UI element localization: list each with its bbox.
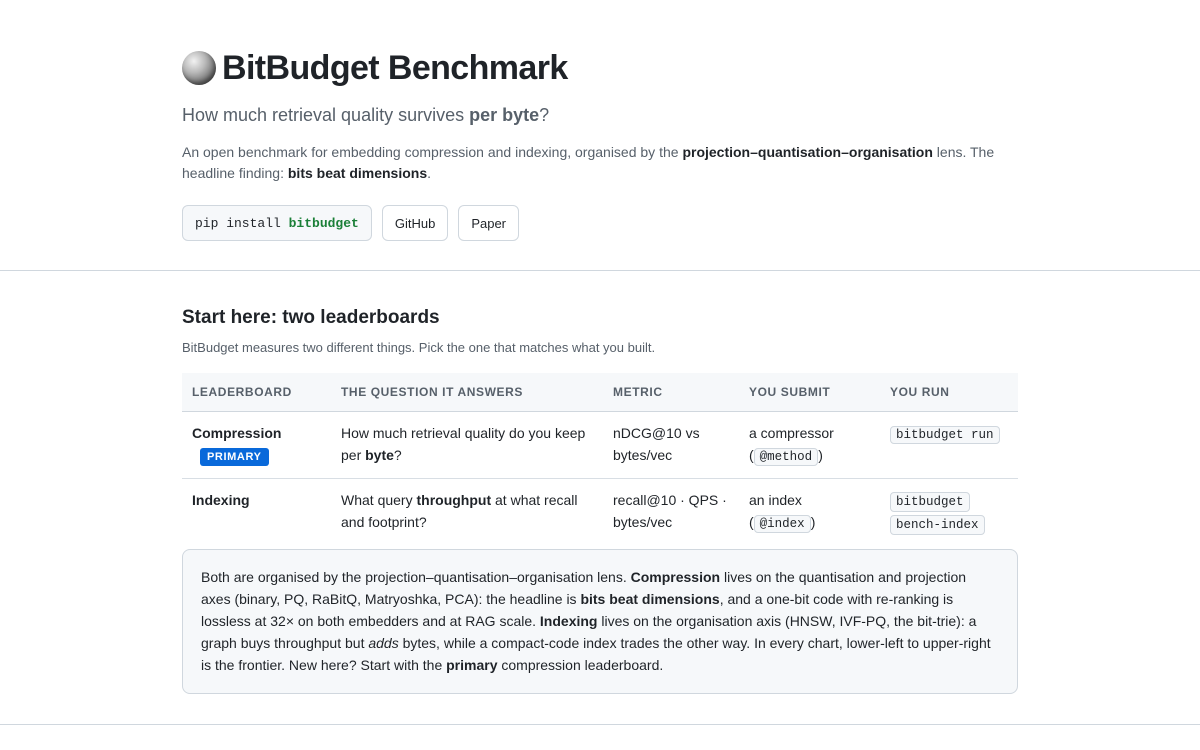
submit-end: ) (818, 446, 823, 463)
question-end: ? (393, 446, 402, 463)
hero: BitBudget Benchmark How much retrieval q… (0, 0, 1200, 270)
tagline-bold: per byte (469, 105, 540, 125)
install-command[interactable]: pip install bitbudget (182, 205, 372, 241)
column-header: METRIC (603, 373, 739, 412)
submit-code: @method (753, 447, 819, 466)
leaderboard-name: Compression (192, 424, 282, 441)
install-package-name: bitbudget (288, 215, 359, 231)
note-italic: adds (368, 635, 399, 652)
globe-icon (182, 51, 216, 85)
run-command-part: bench-index (890, 514, 985, 535)
column-header: LEADERBOARD (182, 373, 331, 412)
explainer-note: Both are organised by the projection–qua… (182, 548, 1018, 694)
column-header: YOU RUN (880, 373, 1018, 412)
question-bold: throughput (416, 491, 492, 508)
leaderboards-table: LEADERBOARD THE QUESTION IT ANSWERS METR… (182, 373, 1018, 545)
question-bold: byte (365, 446, 394, 463)
desc-bold-2: bits beat dimensions (287, 165, 428, 181)
submit-cell: a compressor (@method) (739, 411, 880, 479)
divider (0, 723, 1200, 725)
desc-bold-1: projection–quantisation–organisation (682, 144, 933, 160)
tagline-text: How much retrieval quality survives (182, 105, 470, 125)
submit-cell: an index (@index) (739, 478, 880, 545)
note-bold: Indexing (539, 612, 598, 629)
note-bold: primary (446, 657, 498, 674)
leaderboard-name: Indexing (192, 491, 250, 508)
tagline: How much retrieval quality survives per … (182, 104, 1018, 126)
note-text: compression leaderboard. (497, 657, 664, 674)
install-command-text: pip install (195, 215, 289, 231)
run-cell: bitbudget run (880, 411, 1018, 479)
github-button[interactable]: GitHub (381, 205, 449, 241)
primary-badge: PRIMARY (200, 447, 269, 466)
page-title: BitBudget Benchmark (222, 49, 568, 87)
description: An open benchmark for embedding compress… (182, 142, 1018, 184)
metric-cell: nDCG@10 vs bytes/vec (603, 411, 739, 479)
column-header: YOU SUBMIT (739, 373, 880, 412)
note-text: Both are organised by the projection–qua… (201, 568, 631, 585)
submit-end: ) (810, 513, 816, 530)
paper-button[interactable]: Paper (458, 205, 520, 241)
leaderboards-section: Start here: two leaderboards BitBudget m… (0, 271, 1200, 694)
table-row: Compression PRIMARY How much retrieval q… (182, 411, 1018, 479)
run-command[interactable]: bitbudget run (890, 425, 1000, 444)
question-text: What query (341, 491, 417, 508)
tagline-end: ? (539, 105, 550, 125)
metric-cell: recall@10 · QPS · bytes/vec (613, 491, 727, 530)
action-bar: pip install bitbudget GitHub Paper (182, 205, 1018, 241)
leaderboard-cell: Indexing (182, 478, 331, 545)
section-title: Start here: two leaderboards (182, 307, 440, 328)
desc-text-3: . (427, 165, 432, 181)
leaderboard-cell: Compression PRIMARY (182, 411, 331, 479)
note-bold: bits beat dimensions (580, 590, 720, 607)
desc-text-1: An open benchmark for embedding compress… (182, 144, 683, 160)
section-subtitle: BitBudget measures two different things.… (182, 340, 656, 355)
run-command-part: bitbudget (890, 491, 970, 512)
title-row: BitBudget Benchmark (182, 48, 1018, 88)
submit-code: @index (753, 514, 811, 533)
question-cell: What query throughput at what recall and… (331, 478, 603, 545)
table-row: Indexing What query throughput at what r… (182, 478, 1018, 545)
note-bold: Compression (630, 568, 721, 585)
question-cell: How much retrieval quality do you keep p… (331, 411, 603, 479)
run-cell: bitbudget bench-index (880, 478, 1018, 545)
column-header: THE QUESTION IT ANSWERS (331, 373, 603, 412)
run-command[interactable]: bitbudget bench-index (890, 489, 985, 535)
table-header-row: LEADERBOARD THE QUESTION IT ANSWERS METR… (182, 373, 1018, 412)
